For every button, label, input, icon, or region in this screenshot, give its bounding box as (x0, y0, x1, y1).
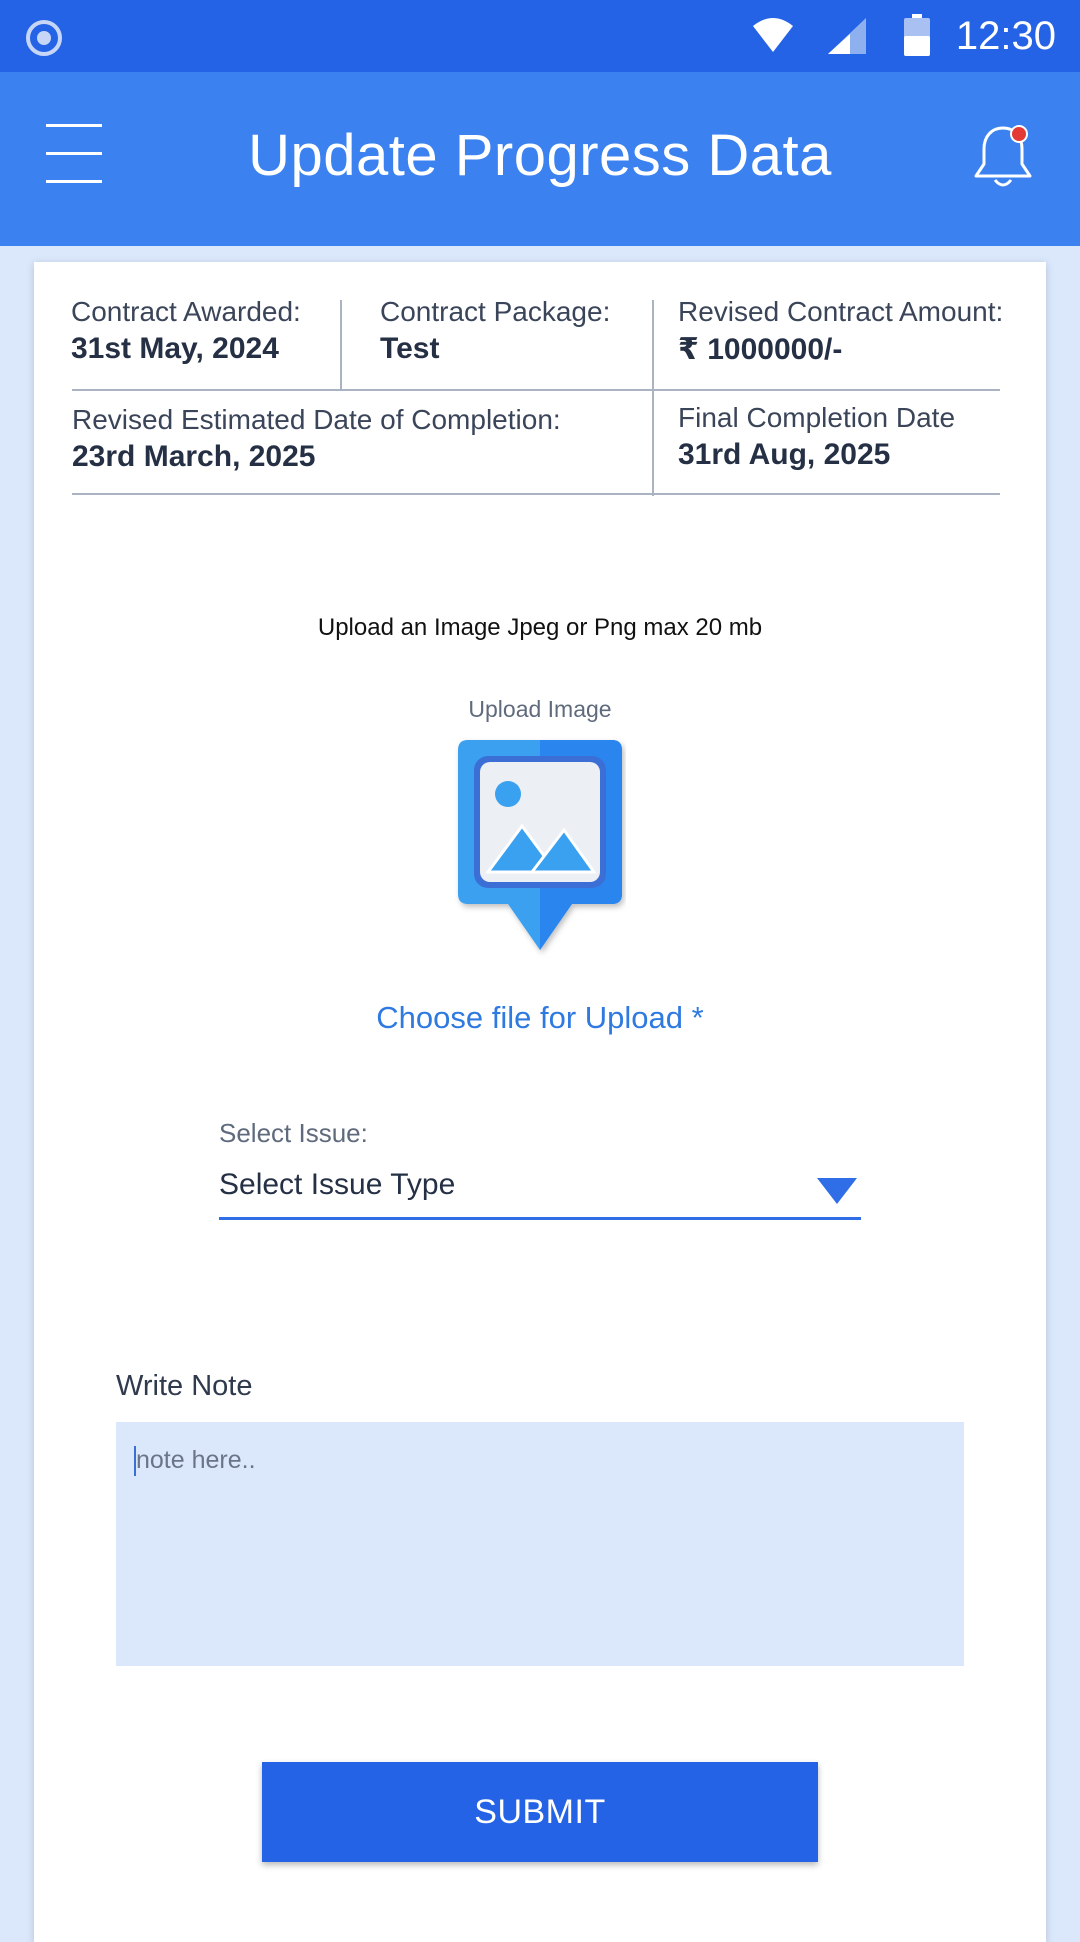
contract-package: Contract Package: Test (380, 296, 610, 366)
submit-button[interactable]: SUBMIT (262, 1762, 818, 1862)
select-issue-label: Select Issue: (219, 1118, 368, 1148)
notification-dot (1010, 125, 1028, 143)
page-title: Update Progress Data (248, 123, 832, 188)
bell-icon[interactable] (970, 122, 1036, 194)
upload-hint: Upload an Image Jpeg or Png max 20 mb (317, 614, 763, 641)
status-bar: 12:30 (0, 0, 1080, 72)
final-completion-date: Final Completion Date 31rd Aug, 2025 (678, 402, 955, 472)
revised-contract-amount: Revised Contract Amount: ₹ 1000000/- (678, 296, 1003, 367)
signal-icon (828, 18, 866, 54)
revised-completion-label: Revised Estimated Date of Completion: (72, 404, 561, 435)
contract-awarded-value: 31st May, 2024 (71, 332, 279, 365)
upload-caption: Upload Image (468, 696, 612, 722)
divider (340, 300, 342, 390)
issue-type-selected: Select Issue Type (219, 1168, 456, 1201)
record-icon (26, 20, 62, 56)
final-completion-label: Final Completion Date (678, 402, 956, 433)
note-textarea[interactable] (116, 1422, 964, 1666)
final-completion-value: 31rd Aug, 2025 (678, 438, 891, 471)
app-bar: Update Progress Data (0, 72, 1080, 246)
text-cursor (134, 1446, 136, 1476)
image-pin-icon[interactable] (454, 736, 626, 958)
contract-awarded-label: Contract Awarded: (71, 296, 301, 327)
contract-awarded: Contract Awarded: 31st May, 2024 (71, 296, 301, 366)
wifi-icon (753, 18, 793, 52)
progress-form-card: Contract Awarded: 31st May, 2024 Contrac… (34, 262, 1046, 1942)
choose-file-link[interactable]: Choose file for Upload * (34, 1000, 1046, 1036)
divider (72, 493, 1000, 495)
write-note-label: Write Note (116, 1370, 253, 1402)
revised-amount-label: Revised Contract Amount: (678, 296, 1004, 327)
clock: 12:30 (955, 14, 1056, 58)
divider (72, 389, 1000, 391)
issue-type-select[interactable]: Select Issue Type (219, 1162, 861, 1220)
contract-package-value: Test (380, 332, 440, 365)
divider (652, 300, 654, 496)
contract-package-label: Contract Package: (380, 296, 611, 327)
dropdown-arrow-icon (817, 1178, 857, 1204)
revised-completion-value: 23rd March, 2025 (72, 440, 316, 473)
revised-amount-value: ₹ 1000000/- (678, 333, 843, 366)
revised-estimated-completion: Revised Estimated Date of Completion: 23… (72, 404, 561, 474)
battery-icon (904, 14, 930, 56)
